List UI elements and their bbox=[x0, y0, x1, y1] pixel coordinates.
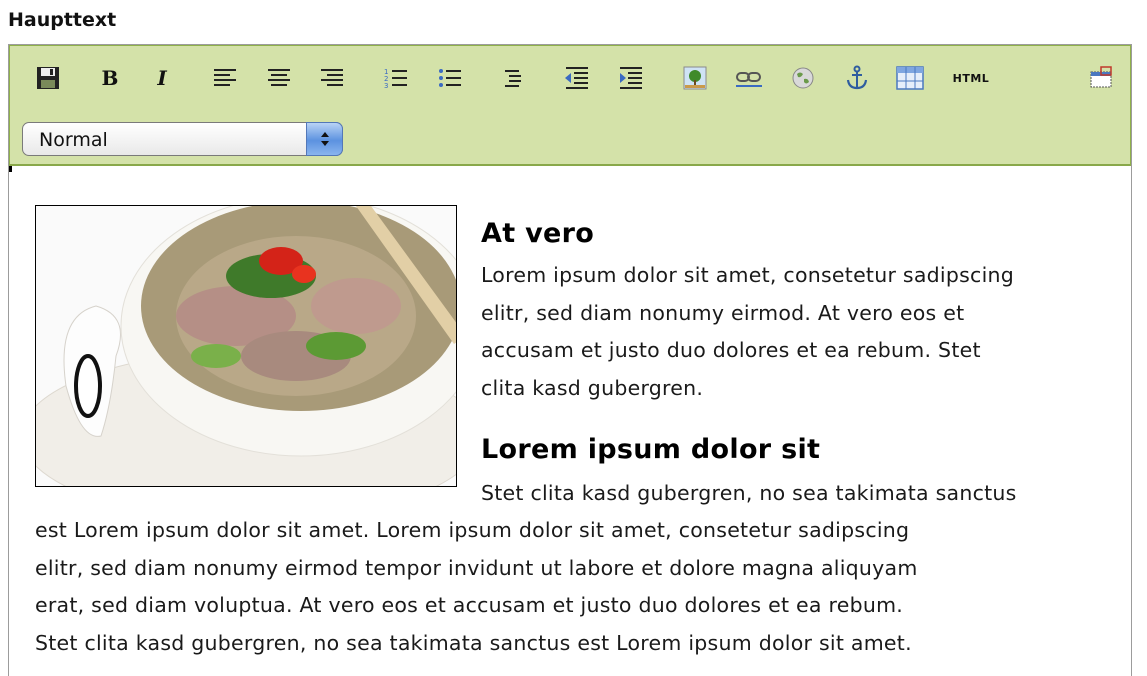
align-left-button[interactable] bbox=[208, 63, 242, 93]
web-link-button[interactable] bbox=[786, 63, 820, 93]
toolbar-button-row: B I 1 2 3 HTML bbox=[10, 59, 1130, 99]
table-button[interactable] bbox=[893, 63, 927, 93]
heading-at-vero: At vero bbox=[481, 218, 595, 249]
globe-icon bbox=[792, 67, 814, 89]
ordered-list-icon: 1 2 3 bbox=[384, 68, 407, 90]
outdent-button[interactable] bbox=[560, 63, 594, 93]
anchor-icon bbox=[846, 65, 868, 90]
field-label: Haupttext bbox=[8, 9, 117, 31]
soup-photo bbox=[35, 205, 457, 487]
align-right-button[interactable] bbox=[315, 63, 349, 93]
text-cursor bbox=[9, 166, 12, 172]
paragraph-1-line-2: elitr, sed diam nonumy eirmod. At vero e… bbox=[481, 301, 965, 325]
paragraph-style-value: Normal bbox=[39, 129, 108, 151]
paragraph-1-line-4: clita kasd gubergren. bbox=[481, 376, 704, 400]
paragraph-style-select[interactable]: Normal bbox=[22, 122, 343, 156]
save-button[interactable] bbox=[31, 63, 65, 93]
bold-icon: B bbox=[101, 66, 119, 90]
outdent-icon bbox=[565, 67, 588, 89]
paragraph-2-line-5: Stet clita kasd gubergren, no sea takima… bbox=[35, 631, 912, 655]
paragraph-1-line-3: accusam et justo duo dolores et ea rebum… bbox=[481, 338, 981, 362]
pho-soup-image bbox=[36, 206, 456, 486]
maximize-button[interactable] bbox=[1084, 63, 1118, 93]
table-icon bbox=[896, 66, 924, 90]
paragraph-2-line-2: est Lorem ipsum dolor sit amet. Lorem ip… bbox=[35, 518, 910, 542]
html-source-button[interactable]: HTML bbox=[949, 63, 993, 93]
indent-icon bbox=[620, 67, 642, 89]
insert-image-button[interactable] bbox=[678, 63, 712, 93]
unordered-list-icon bbox=[439, 69, 461, 87]
align-center-button[interactable] bbox=[262, 63, 296, 93]
editor-content-area[interactable]: At vero Lorem ipsum dolor sit amet, cons… bbox=[9, 166, 1131, 676]
align-center-icon bbox=[268, 69, 290, 86]
floppy-disk-icon bbox=[37, 67, 59, 89]
paragraph-2-line-3: elitr, sed diam nonumy eirmod tempor inv… bbox=[35, 556, 918, 580]
link-icon bbox=[736, 72, 762, 87]
rich-text-editor: B I 1 2 3 HTML Normal At vero Lorem ipsu… bbox=[8, 44, 1132, 676]
anchor-button[interactable] bbox=[840, 63, 874, 93]
list-indent-button[interactable] bbox=[497, 63, 531, 93]
insert-image-icon bbox=[683, 66, 707, 90]
indent-button[interactable] bbox=[614, 63, 648, 93]
select-stepper bbox=[306, 122, 343, 156]
link-button[interactable] bbox=[732, 63, 766, 93]
paragraph-2-line-1: Stet clita kasd gubergren, no sea takima… bbox=[481, 481, 1017, 505]
unordered-list-button[interactable] bbox=[433, 63, 467, 93]
chevron-up-down-icon bbox=[320, 132, 329, 146]
ordered-list-button[interactable]: 1 2 3 bbox=[379, 63, 413, 93]
paragraph-2-line-4: erat, sed diam voluptua. At vero eos et … bbox=[35, 593, 904, 617]
list-indent-icon bbox=[505, 70, 521, 87]
italic-button[interactable]: I bbox=[145, 63, 179, 93]
bold-button[interactable]: B bbox=[93, 63, 127, 93]
paragraph-1-line-1: Lorem ipsum dolor sit amet, consetetur s… bbox=[481, 263, 1015, 287]
svg-text:3: 3 bbox=[384, 82, 388, 90]
maximize-icon bbox=[1090, 66, 1112, 88]
align-right-icon bbox=[321, 69, 343, 86]
align-left-icon bbox=[214, 69, 236, 86]
editor-toolbar: B I 1 2 3 HTML Normal bbox=[9, 45, 1131, 166]
italic-icon: I bbox=[157, 66, 167, 90]
heading-lorem-ipsum: Lorem ipsum dolor sit bbox=[481, 434, 821, 465]
html-source-icon: HTML bbox=[952, 71, 990, 85]
